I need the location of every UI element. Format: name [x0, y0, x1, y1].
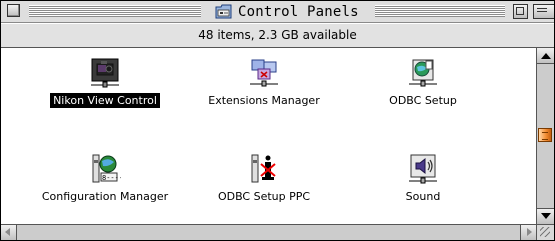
scroll-left-arrow-icon[interactable]: [1, 225, 17, 240]
icon-item-configuration-manager[interactable]: 8---- Configuration Manager: [25, 152, 185, 212]
configuration-manager-icon: 8----: [89, 152, 123, 184]
vertical-scrollbar[interactable]: [536, 48, 554, 224]
icon-item-sound[interactable]: Sound: [343, 152, 503, 212]
window-title-text: Control Panels: [238, 3, 359, 20]
title-bar[interactable]: Control Panels: [1, 1, 554, 23]
scroll-right-arrow-icon[interactable]: [520, 225, 536, 240]
odbc-setup-ppc-icon: [248, 152, 280, 184]
nikon-camera-icon: [89, 56, 121, 88]
icon-view-content[interactable]: Nikon View Control Extensions Manager OD…: [1, 48, 536, 224]
icon-label: Sound: [405, 190, 441, 203]
speaker-icon: [407, 152, 439, 184]
zoom-box-icon[interactable]: [513, 4, 528, 19]
odbc-setup-icon: [407, 56, 439, 88]
window-title: Control Panels: [209, 2, 365, 21]
svg-text:8----: 8----: [102, 174, 121, 182]
horizontal-scrollbar[interactable]: [1, 224, 536, 240]
title-bar-stripes: [375, 5, 505, 17]
icon-item-odbc-setup-ppc[interactable]: ODBC Setup PPC: [184, 152, 344, 212]
window-info-header: 48 items, 2.3 GB available: [1, 23, 554, 48]
control-panels-folder-icon: [215, 4, 232, 19]
icon-label: Extensions Manager: [208, 94, 320, 107]
icon-label: ODBC Setup: [389, 94, 457, 107]
icon-label: ODBC Setup PPC: [217, 190, 311, 203]
close-box-icon[interactable]: [7, 4, 20, 17]
icon-label: Configuration Manager: [41, 190, 169, 203]
icon-item-nikon-view-control[interactable]: Nikon View Control: [25, 56, 185, 116]
collapse-box-icon[interactable]: [533, 4, 554, 19]
scroll-down-arrow-icon[interactable]: [537, 208, 554, 224]
finder-window: Control Panels 48 items, 2.3 GB availabl…: [0, 0, 555, 241]
extensions-manager-icon: [248, 56, 280, 88]
items-available-text: 48 items, 2.3 GB available: [198, 28, 357, 42]
icon-item-odbc-setup[interactable]: ODBC Setup: [343, 56, 503, 116]
scroll-up-arrow-icon[interactable]: [537, 48, 554, 64]
title-bar-stripes: [29, 5, 201, 17]
icon-item-extensions-manager[interactable]: Extensions Manager: [184, 56, 344, 116]
icon-label: Nikon View Control: [50, 93, 160, 108]
scroll-thumb[interactable]: [538, 128, 552, 142]
resize-grow-box-icon[interactable]: [536, 224, 554, 240]
